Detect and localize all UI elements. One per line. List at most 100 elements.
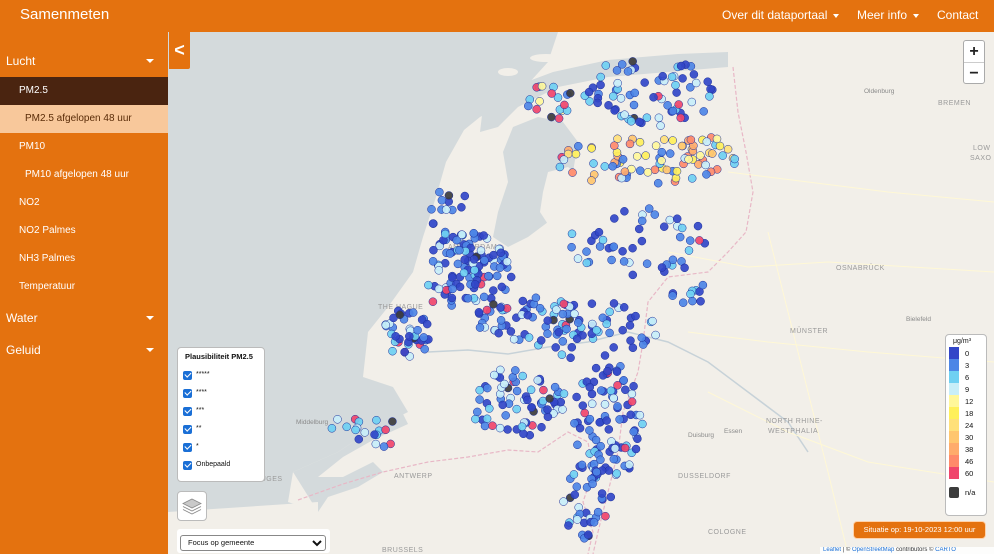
sensor-marker[interactable]: [557, 350, 567, 359]
sensor-marker[interactable]: [660, 135, 669, 144]
sensor-marker[interactable]: [703, 77, 712, 86]
sensor-marker[interactable]: [672, 88, 681, 97]
sensor-marker[interactable]: [571, 149, 581, 159]
plausibility-option-4[interactable]: ****: [183, 384, 259, 402]
sensor-marker[interactable]: [573, 515, 582, 524]
sensor-marker[interactable]: [596, 72, 605, 82]
sidebar-section-lucht[interactable]: Lucht: [0, 47, 168, 75]
sensor-marker[interactable]: [618, 155, 628, 164]
sidebar-item-pm10-48h[interactable]: PM10 afgelopen 48 uur: [0, 161, 168, 189]
checkbox-checked-icon[interactable]: [183, 388, 192, 398]
sensor-marker[interactable]: [587, 399, 597, 409]
zoom-out-button[interactable]: −: [964, 62, 984, 83]
sidebar-section-geluid[interactable]: Geluid: [0, 336, 168, 364]
sensor-marker[interactable]: [554, 114, 564, 123]
sensor-marker[interactable]: [687, 174, 697, 183]
sensor-marker[interactable]: [475, 385, 484, 395]
sensor-marker[interactable]: [585, 414, 595, 424]
sensor-marker[interactable]: [511, 366, 520, 375]
checkbox-checked-icon[interactable]: [183, 460, 192, 470]
sensor-marker[interactable]: [559, 389, 569, 398]
sensor-marker[interactable]: [496, 303, 505, 312]
sensor-marker[interactable]: [535, 303, 545, 313]
sensor-marker[interactable]: [635, 410, 645, 420]
sensor-marker[interactable]: [596, 80, 605, 90]
sensor-marker[interactable]: [526, 385, 536, 395]
sensor-marker[interactable]: [523, 395, 532, 405]
sensor-marker[interactable]: [609, 299, 619, 308]
sensor-marker[interactable]: [572, 482, 582, 491]
collapse-sidebar-button[interactable]: <: [169, 32, 190, 69]
sensor-marker[interactable]: [662, 165, 672, 175]
plausibility-option-onbepaald[interactable]: Onbepaald: [183, 456, 259, 474]
sensor-marker[interactable]: [620, 207, 629, 216]
sensor-marker[interactable]: [457, 203, 466, 212]
brand-title[interactable]: Samenmeten: [20, 5, 109, 25]
sensor-marker[interactable]: [573, 440, 582, 450]
sensor-marker[interactable]: [583, 530, 593, 539]
sensor-marker[interactable]: [619, 257, 629, 266]
sensor-marker[interactable]: [609, 343, 618, 352]
sensor-marker[interactable]: [573, 254, 583, 263]
sensor-marker[interactable]: [559, 497, 568, 506]
sensor-marker[interactable]: [524, 101, 533, 111]
sensor-marker[interactable]: [572, 392, 581, 402]
sensor-marker[interactable]: [610, 214, 619, 223]
sensor-marker[interactable]: [572, 334, 582, 344]
sensor-marker[interactable]: [494, 328, 503, 338]
sensor-marker[interactable]: [594, 227, 604, 237]
sensor-marker[interactable]: [672, 214, 682, 223]
sensor-marker[interactable]: [475, 395, 484, 404]
sensor-marker[interactable]: [620, 443, 630, 453]
carto-link[interactable]: CARTO: [935, 547, 956, 553]
zoom-in-button[interactable]: +: [964, 41, 984, 62]
sensor-marker[interactable]: [635, 137, 645, 147]
sensor-marker[interactable]: [537, 422, 546, 432]
sensor-marker[interactable]: [463, 294, 473, 303]
sensor-marker[interactable]: [593, 507, 603, 517]
sensor-marker[interactable]: [693, 221, 703, 231]
sensor-marker[interactable]: [715, 141, 725, 151]
sensor-marker[interactable]: [512, 386, 522, 396]
sensor-marker[interactable]: [705, 92, 714, 101]
sensor-marker[interactable]: [506, 272, 516, 282]
sensor-marker[interactable]: [628, 270, 638, 280]
sensor-marker[interactable]: [686, 135, 696, 145]
sensor-marker[interactable]: [471, 414, 480, 424]
sensor-marker[interactable]: [448, 284, 457, 294]
sensor-marker[interactable]: [617, 60, 627, 69]
sensor-marker[interactable]: [582, 247, 591, 256]
sensor-marker[interactable]: [578, 401, 588, 410]
sensor-marker[interactable]: [607, 255, 616, 265]
sensor-marker[interactable]: [585, 426, 594, 435]
sensor-marker[interactable]: [702, 170, 711, 179]
sensor-marker[interactable]: [651, 141, 661, 150]
sensor-marker[interactable]: [610, 106, 619, 115]
sensor-marker[interactable]: [482, 414, 492, 424]
sensor-marker[interactable]: [592, 325, 601, 335]
sensor-marker[interactable]: [665, 149, 675, 158]
sensor-marker[interactable]: [702, 137, 712, 146]
sensor-marker[interactable]: [609, 393, 618, 403]
sensor-marker[interactable]: [657, 147, 667, 157]
sensor-marker[interactable]: [712, 134, 722, 144]
sensor-marker[interactable]: [512, 404, 521, 414]
sensor-marker[interactable]: [605, 307, 614, 317]
sensor-marker[interactable]: [555, 162, 565, 172]
map-canvas[interactable]: Oldenburg BREMEN LOW SAXO AMSTERDAM THE …: [168, 32, 994, 554]
gemeente-select[interactable]: Focus op gemeente: [180, 534, 326, 551]
sensor-marker[interactable]: [554, 327, 564, 337]
sensor-marker[interactable]: [591, 363, 601, 373]
sensor-marker[interactable]: [587, 389, 597, 399]
sensor-marker[interactable]: [640, 78, 649, 87]
sensor-marker[interactable]: [730, 154, 739, 164]
sensor-marker[interactable]: [518, 296, 528, 306]
sensor-marker[interactable]: [657, 156, 666, 165]
sensor-marker[interactable]: [625, 460, 634, 469]
sensor-marker[interactable]: [558, 337, 568, 346]
sensor-marker[interactable]: [615, 415, 624, 424]
sensor-marker[interactable]: [605, 328, 614, 338]
sensor-marker[interactable]: [354, 434, 364, 444]
sensor-marker[interactable]: [595, 418, 604, 427]
sensor-marker[interactable]: [498, 400, 507, 410]
